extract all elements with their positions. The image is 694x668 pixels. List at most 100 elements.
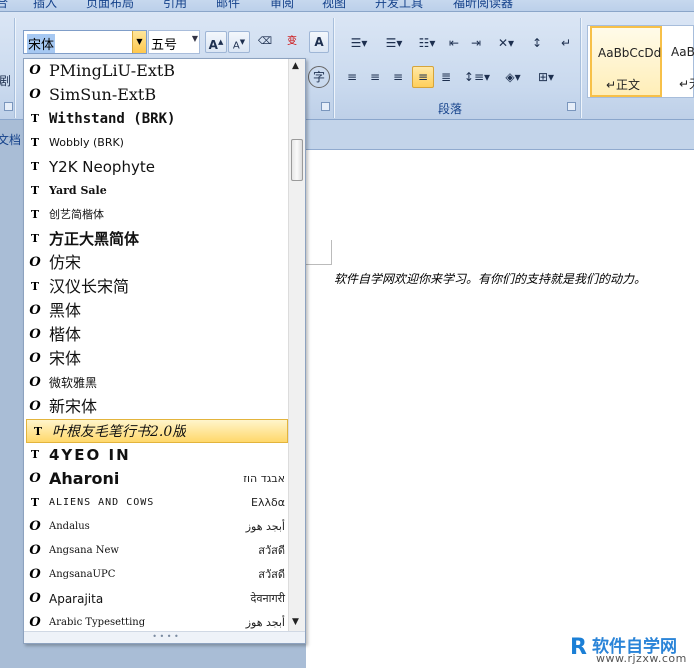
sort-button[interactable]: ↕ xyxy=(525,32,549,54)
watermark-url: www.rjzxw.com xyxy=(596,652,687,665)
scrollbar-thumb[interactable] xyxy=(291,139,303,181)
grow-font-button[interactable]: A▲ xyxy=(205,31,227,53)
font-list-item[interactable]: T Wobbly (BRK) xyxy=(24,131,289,155)
multilevel-list-button[interactable]: ☷▾ xyxy=(412,32,442,54)
bullets-button[interactable]: ☰▾ xyxy=(342,32,376,54)
scroll-down-icon[interactable]: ▼ xyxy=(292,617,299,627)
font-list-item[interactable]: T Withstand (BRK) xyxy=(24,107,289,131)
font-list-item-name: Angsana New xyxy=(49,545,119,556)
font-list-item[interactable]: O PMingLiU-ExtB xyxy=(24,59,289,83)
chinese-layout-button[interactable]: ✕▾ xyxy=(490,32,522,54)
font-list-item[interactable]: T 4YEO IN xyxy=(24,443,289,467)
style-sample: AaBb xyxy=(671,45,694,59)
phonetic-guide-button[interactable]: 变 xyxy=(280,31,304,53)
font-size-combobox[interactable]: 五号 ▼ xyxy=(148,30,200,54)
tab-developer[interactable]: 开发工具 xyxy=(375,0,423,11)
tab-view[interactable]: 视图 xyxy=(322,0,346,11)
font-list-item[interactable]: O Aparajita देवनागरी xyxy=(24,587,289,611)
opentype-font-icon: O xyxy=(29,375,41,390)
font-list-item[interactable]: O 新宋体 xyxy=(24,395,289,419)
font-list-item[interactable]: T Yard Sale xyxy=(24,179,289,203)
scroll-up-icon[interactable]: ▲ xyxy=(292,61,299,71)
tab-review[interactable]: 审阅 xyxy=(270,0,294,11)
align-center-button[interactable]: ≡ xyxy=(365,66,385,88)
truetype-font-icon: T xyxy=(30,112,40,125)
font-list-item-name: SimSun-ExtB xyxy=(49,85,157,104)
font-list-item[interactable]: O 微软雅黑 xyxy=(24,371,289,395)
opentype-font-icon: O xyxy=(29,351,41,366)
paragraph-dialog-launcher[interactable] xyxy=(567,102,576,111)
tab-mailings[interactable]: 邮件 xyxy=(216,0,240,11)
numbering-button[interactable]: ☰▾ xyxy=(377,32,411,54)
justify-button[interactable]: ≡ xyxy=(412,66,434,88)
font-size-value[interactable]: 五号 xyxy=(151,34,177,53)
tab-references[interactable]: 引用 xyxy=(163,0,187,11)
font-list-item-sample: أبجد هوز xyxy=(245,520,285,533)
distribute-button[interactable]: ≣ xyxy=(436,66,456,88)
font-list-item-name: AngsanaUPC xyxy=(49,569,116,580)
decrease-indent-button[interactable]: ⇤ xyxy=(444,32,464,54)
font-list-item-sample: Ελλδα xyxy=(251,496,285,509)
font-list-item[interactable]: O 宋体 xyxy=(24,347,289,371)
dropdown-resize-grip[interactable]: • • • • xyxy=(24,631,305,643)
font-list-item-sample: สวัสดี xyxy=(258,544,285,557)
size-dropdown-arrow-icon[interactable]: ▼ xyxy=(192,34,198,43)
clipboard-dialog-launcher[interactable] xyxy=(4,102,13,111)
font-list-item[interactable]: T 叶根友毛笔行书2.0版 xyxy=(26,419,288,443)
font-list-item[interactable]: T ALIENS AND COWS Ελλδα xyxy=(24,491,289,515)
clipboard-paste-label[interactable]: 剧 xyxy=(0,70,11,92)
tab-foxit-reader[interactable]: 福昕阅读器 xyxy=(453,0,513,11)
font-dialog-launcher[interactable] xyxy=(321,102,330,111)
enclose-characters-icon: 字 xyxy=(312,70,325,84)
font-list-item-name: 黑体 xyxy=(49,301,82,320)
group-separator xyxy=(14,18,15,118)
dropdown-scrollbar[interactable]: ▲ ▼ xyxy=(288,59,305,631)
font-list-item[interactable]: T 方正大黑简体 xyxy=(24,227,289,251)
font-list-item[interactable]: O 楷体 xyxy=(24,323,289,347)
font-list-item[interactable]: O SimSun-ExtB xyxy=(24,83,289,107)
font-dropdown-list[interactable]: O PMingLiU-ExtB O SimSun-ExtB T Withstand (BR… xyxy=(23,58,306,644)
font-list-item[interactable]: O AngsanaUPC สวัสดี xyxy=(24,563,289,587)
align-right-button[interactable]: ≡ xyxy=(388,66,408,88)
font-list-item-name: PMingLiU-ExtB xyxy=(49,61,176,80)
font-list-item[interactable]: T Y2K Neophyte xyxy=(24,155,289,179)
opentype-font-icon: O xyxy=(29,591,41,606)
style-no-spacing[interactable]: AaBb ↵无 xyxy=(664,26,694,97)
font-name-value[interactable]: 宋体 xyxy=(27,34,56,53)
horizontal-ruler[interactable] xyxy=(306,120,694,150)
style-sample: AaBbCcDd xyxy=(598,46,662,60)
tab-home[interactable]: 合 xyxy=(0,0,8,11)
clear-formatting-button[interactable]: ⌫ xyxy=(253,31,277,53)
font-list-item[interactable]: O Andalus أبجد هوز xyxy=(24,515,289,539)
font-list-item[interactable]: T 创艺简楷体 xyxy=(24,203,289,227)
style-normal[interactable]: AaBbCcDd ↵正文 xyxy=(590,26,662,97)
shrink-font-button[interactable]: A▼ xyxy=(228,31,250,53)
font-list-item[interactable]: O Angsana New สวัสดี xyxy=(24,539,289,563)
shading-button[interactable]: ◈▾ xyxy=(498,66,528,88)
font-list-item-name: ALIENS AND COWS xyxy=(49,497,155,508)
tab-page-layout[interactable]: 页面布局 xyxy=(86,0,134,11)
character-border-icon: A xyxy=(314,35,324,49)
borders-button[interactable]: ⊞▾ xyxy=(530,66,562,88)
font-list-item[interactable]: O 黑体 xyxy=(24,299,289,323)
line-spacing-button[interactable]: ↕≡▾ xyxy=(462,66,492,88)
opentype-font-icon: O xyxy=(29,63,41,78)
font-name-combobox[interactable]: 宋体 ▼ xyxy=(23,30,147,54)
navigation-strip xyxy=(0,120,23,668)
document-page[interactable] xyxy=(306,150,694,668)
font-list-item-name: 新宋体 xyxy=(49,397,98,416)
font-list-item-name: 仿宋 xyxy=(49,253,82,272)
font-list-item[interactable]: O 仿宋 xyxy=(24,251,289,275)
enclose-characters-button[interactable]: 字 xyxy=(308,66,330,88)
increase-indent-button[interactable]: ⇥ xyxy=(466,32,486,54)
font-list-item[interactable]: T 汉仪长宋简 xyxy=(24,275,289,299)
font-dropdown-arrow-icon[interactable]: ▼ xyxy=(132,31,146,53)
style-name: ↵无 xyxy=(679,77,694,91)
font-list-item[interactable]: O Aharoni אבגד הוז xyxy=(24,467,289,491)
document-body-text[interactable]: 软件自学网欢迎你来学习。有你们的支持就是我们的动力。 xyxy=(334,270,646,287)
character-border-button[interactable]: A xyxy=(309,31,329,53)
tab-insert[interactable]: 插入 xyxy=(33,0,57,11)
show-marks-button[interactable]: ↵ xyxy=(555,32,577,54)
align-left-button[interactable]: ≡ xyxy=(342,66,362,88)
font-list-item-sample: देवनागरी xyxy=(250,592,285,605)
